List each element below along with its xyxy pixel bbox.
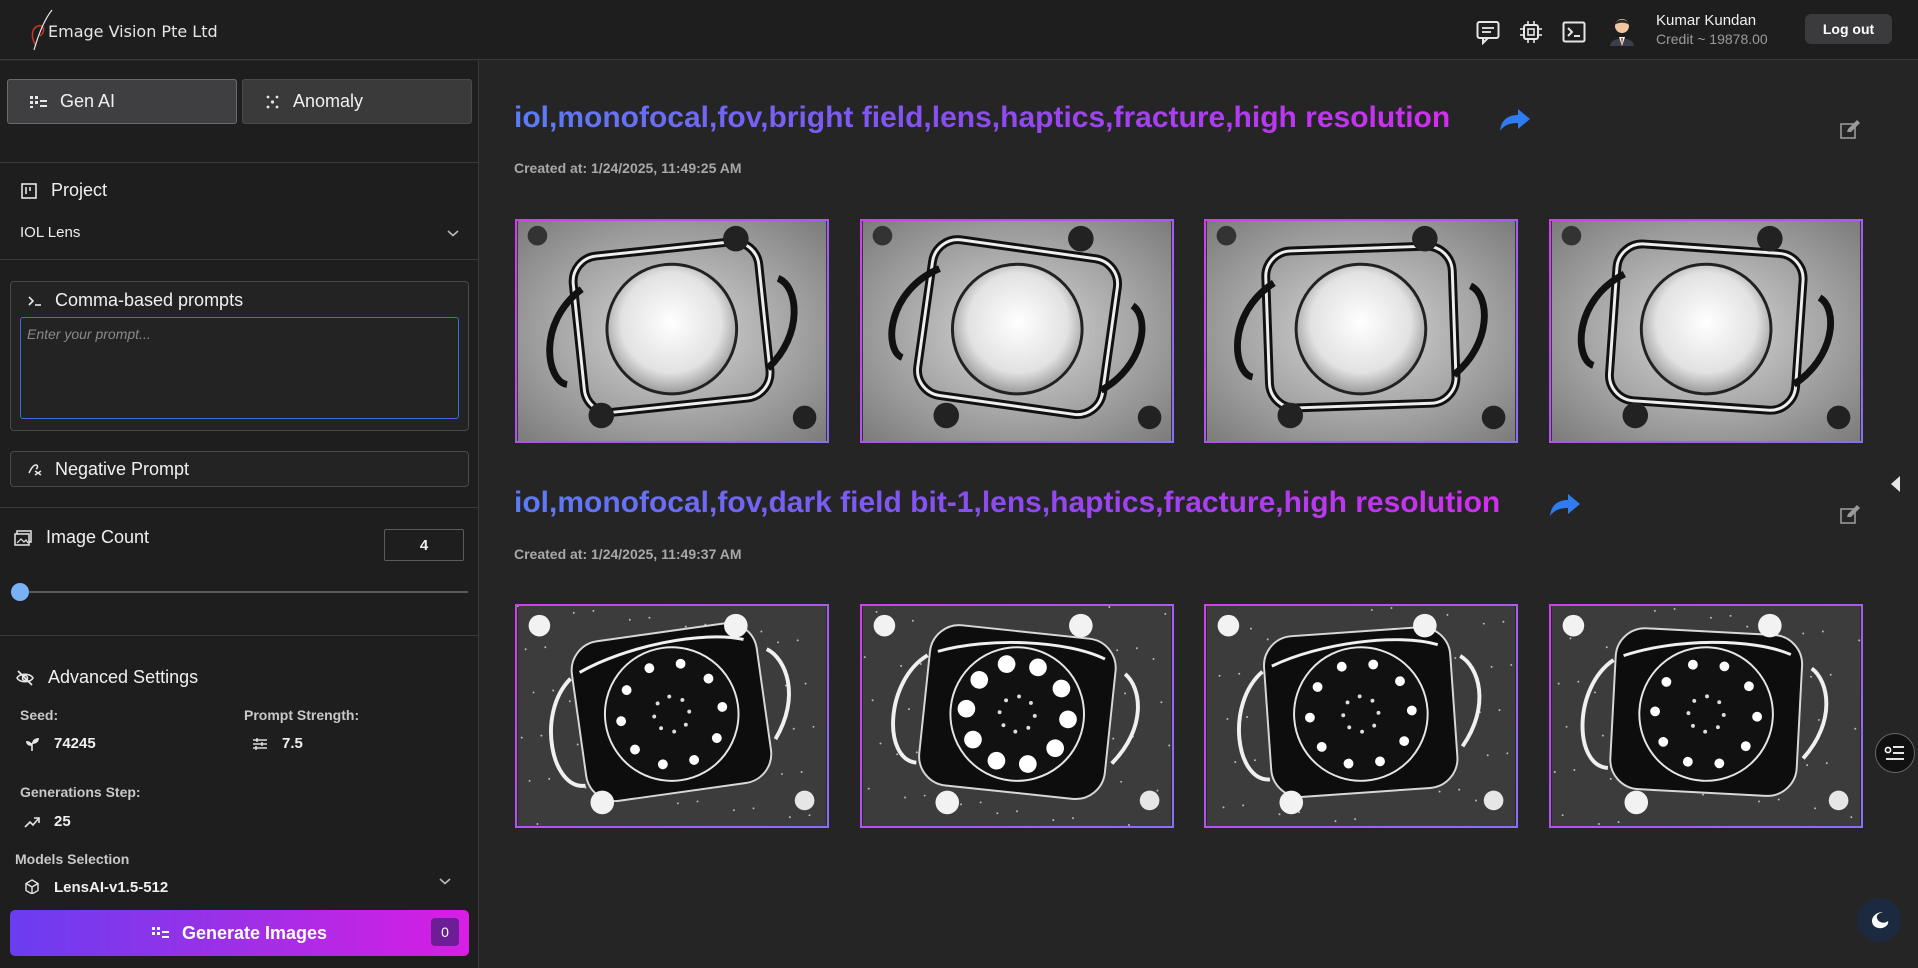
result-prompt-title: iol,monofocal,fov,bright field,lens,hapt… [514,101,1451,134]
theme-toggle-button[interactable] [1857,898,1901,942]
model-cube-icon [25,879,39,895]
generated-image[interactable] [515,219,829,443]
avatar[interactable] [1607,14,1637,46]
brand-logo[interactable]: Emage Vision Pte Ltd [26,6,218,52]
tab-gen-ai[interactable]: Gen AI [7,79,237,124]
results-panel: iol,monofocal,fov,bright field,lens,hapt… [480,61,1918,968]
filter-list-button[interactable] [1875,733,1915,773]
divider [0,635,478,636]
divider [0,162,478,163]
divider [0,507,478,508]
images-icon [14,529,32,546]
project-select[interactable]: IOL Lens [20,224,460,241]
prompt-strength-label: Prompt Strength: [244,707,360,723]
edit-icon[interactable] [1839,504,1861,526]
generated-image[interactable] [860,219,1174,443]
generate-images-label: Generate Images [181,922,328,943]
image-count-header: Image Count [14,527,149,548]
top-bar: Emage Vision Pte Ltd Kumar Kundan Credit… [0,0,1918,60]
generated-image[interactable] [1549,219,1863,443]
trending-up-icon [24,816,40,828]
project-selected-value: IOL Lens [20,224,81,241]
generated-image[interactable] [860,604,1174,828]
negative-prompt-title: Negative Prompt [55,458,190,479]
prompt-header: Comma-based prompts [27,290,243,311]
lens-render [862,221,1172,441]
sprout-icon [26,737,39,751]
prompt-strength-value-row[interactable]: 7.5 [252,735,303,752]
filter-list-icon [1884,746,1904,760]
result-created-at: Created at: 1/24/2025, 11:49:37 AM [514,546,742,562]
eye-off-icon [16,669,34,686]
lens-render [517,606,827,826]
tab-anomaly[interactable]: Anomaly [242,79,472,124]
lens-render [1551,221,1861,441]
chat-icon[interactable] [1474,18,1501,45]
user-credit: Credit ~ 19878.00 [1656,31,1768,47]
negative-prompt-toggle[interactable]: Negative Prompt [10,451,469,487]
sliders-icon [253,737,267,750]
image-count-slider-thumb[interactable] [11,583,29,601]
advanced-settings-title: Advanced Settings [48,667,199,687]
generate-images-button[interactable]: Generate Images 0 [10,910,469,956]
project-title: Project [51,180,108,200]
divider [0,259,478,260]
sidebar: Gen AI Anomaly Project IOL Lens Comma-ba… [0,61,479,968]
prompt-panel: Comma-based prompts [10,281,469,431]
sparkle-dots-icon [266,95,279,108]
grid-dots-icon [30,95,47,108]
image-count-input[interactable] [384,529,464,561]
prompt-input[interactable] [20,317,459,419]
generation-steps-label: Generations Step: [20,784,141,800]
seed-value: 74245 [54,735,96,752]
moon-icon [1872,912,1889,929]
lens-render [517,221,827,441]
kanban-icon [21,182,37,199]
lens-render [1551,606,1861,826]
prompt-chevron-icon [28,295,41,306]
prompt-title: Comma-based prompts [55,290,244,310]
share-icon[interactable] [1548,492,1582,518]
collapse-left-icon[interactable] [1888,475,1902,493]
tab-gen-ai-label: Gen AI [60,91,116,111]
image-count-title: Image Count [46,527,150,547]
share-icon[interactable] [1498,107,1532,133]
brand-name: Emage Vision Pte Ltd [48,21,218,41]
seed-label: Seed: [20,707,59,723]
user-name: Kumar Kundan [1656,12,1757,29]
chevron-down-icon [447,229,459,237]
generation-steps-value: 25 [54,813,71,830]
generated-image[interactable] [515,604,829,828]
chevron-down-icon [439,878,451,885]
image-count-slider[interactable] [20,591,468,593]
user-info: Kumar Kundan Credit ~ 19878.00 [1656,11,1768,49]
generated-image[interactable] [1204,604,1518,828]
tab-anomaly-label: Anomaly [293,91,364,111]
negative-prompt-icon [28,464,42,476]
result-prompt-title: iol,monofocal,fov,dark field bit-1,lens,… [514,486,1501,519]
result-created-at: Created at: 1/24/2025, 11:49:25 AM [514,160,742,176]
generated-image[interactable] [1549,604,1863,828]
prompt-strength-value: 7.5 [282,735,303,752]
chip-icon[interactable] [1517,18,1544,45]
lens-render [1206,606,1516,826]
grid-dots-icon [151,927,169,938]
generated-image[interactable] [1204,219,1518,443]
terminal-icon[interactable] [1560,18,1587,45]
generation-steps-value-row[interactable]: 25 [24,813,71,830]
lens-render [1206,221,1516,441]
project-header: Project [21,180,107,201]
model-value: LensAI-v1.5-512 [54,878,169,896]
logout-button[interactable]: Log out [1805,14,1892,44]
edit-icon[interactable] [1839,119,1861,141]
advanced-settings-header[interactable]: Advanced Settings [16,667,198,688]
seed-value-row[interactable]: 74245 [24,735,96,752]
lens-render [862,606,1172,826]
generate-count-badge: 0 [431,918,459,946]
models-selection-label: Models Selection [15,851,130,867]
